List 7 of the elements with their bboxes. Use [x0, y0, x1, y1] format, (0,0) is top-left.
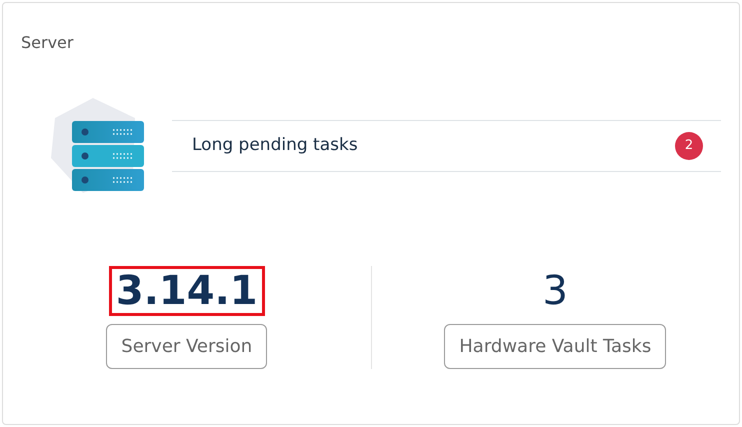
- stat-label-button[interactable]: Server Version: [106, 324, 268, 369]
- stat-value: 3: [542, 267, 569, 316]
- task-label[interactable]: Long pending tasks: [192, 132, 358, 158]
- stat-label-button[interactable]: Hardware Vault Tasks: [444, 324, 666, 369]
- card-title: Server: [21, 32, 74, 54]
- count-badge: 2: [675, 132, 703, 160]
- stat-value: 3.14.1: [108, 266, 265, 316]
